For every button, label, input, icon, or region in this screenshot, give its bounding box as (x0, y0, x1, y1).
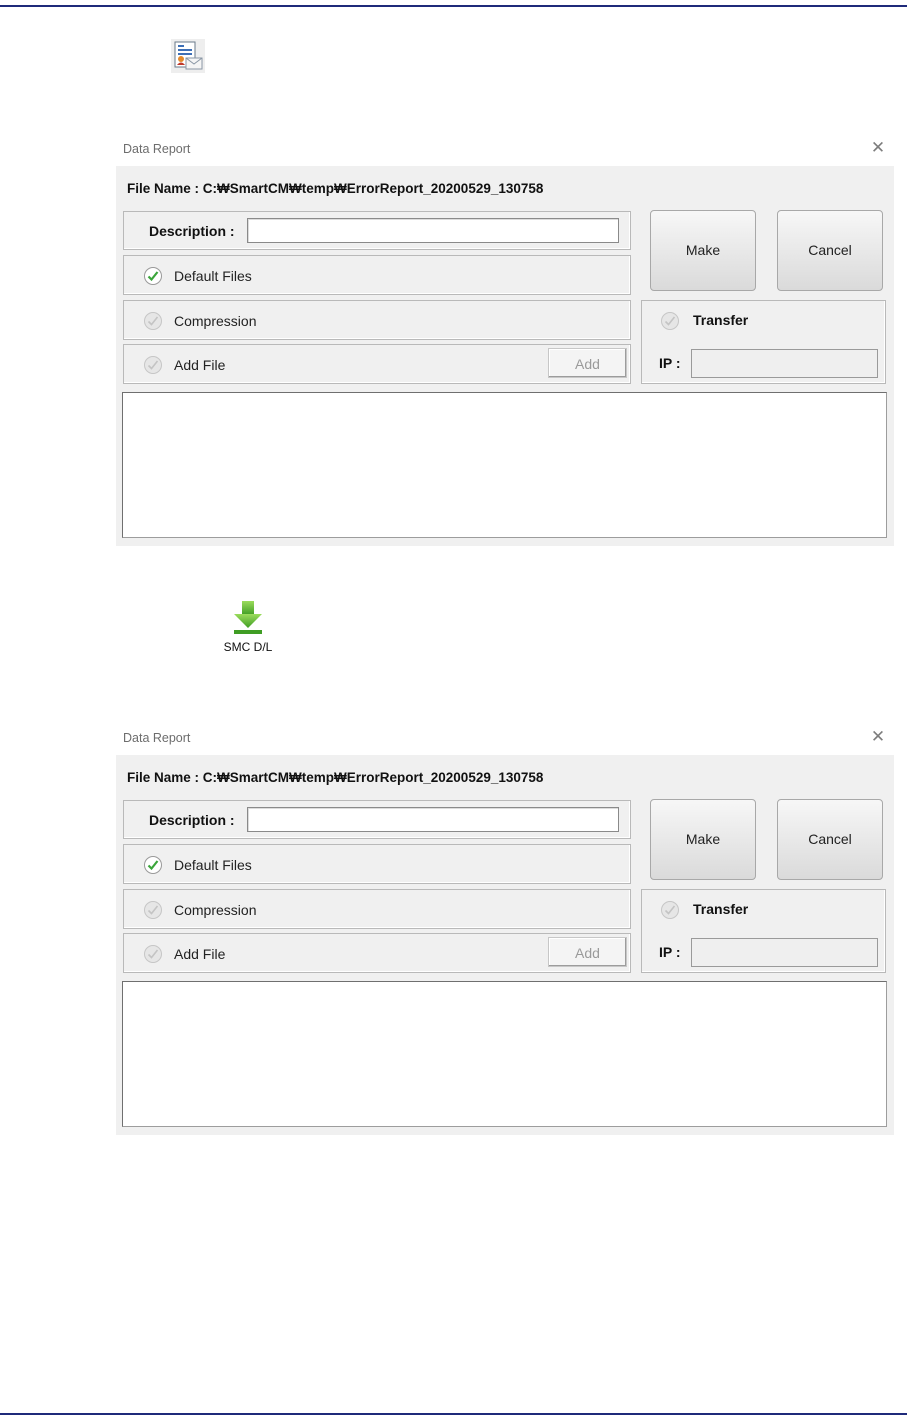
add-button[interactable]: Add (548, 937, 627, 967)
make-button[interactable]: Make (650, 799, 756, 880)
ip-label: IP : (659, 944, 681, 960)
add-file-panel: Add File Add (123, 344, 631, 384)
file-name-label: File Name : C:₩SmartCM₩temp₩ErrorReport_… (127, 181, 544, 196)
compression-label: Compression (174, 902, 257, 918)
smc-download-label: SMC D/L (223, 640, 273, 654)
description-label: Description : (149, 223, 235, 239)
description-input[interactable] (247, 218, 619, 243)
compression-checkbox[interactable] (144, 312, 162, 330)
default-files-panel: Default Files (123, 255, 631, 295)
transfer-label: Transfer (693, 312, 749, 328)
add-file-label: Add File (174, 357, 226, 373)
make-button[interactable]: Make (650, 210, 756, 291)
default-files-panel: Default Files (123, 844, 631, 884)
file-name-label: File Name : C:₩SmartCM₩temp₩ErrorReport_… (127, 770, 544, 785)
log-output-area[interactable] (122, 392, 887, 538)
data-report-icon[interactable] (171, 39, 205, 73)
close-icon[interactable]: ✕ (870, 140, 886, 157)
cancel-button[interactable]: Cancel (777, 799, 883, 880)
transfer-label: Transfer (693, 901, 749, 917)
dialog-title: Data Report (123, 731, 191, 745)
add-file-panel: Add File Add (123, 933, 631, 973)
compression-panel: Compression (123, 889, 631, 929)
default-files-checkbox[interactable] (144, 856, 162, 874)
transfer-panel: Transfer IP : (641, 300, 886, 384)
check-icon (147, 949, 159, 959)
log-output-area[interactable] (122, 981, 887, 1127)
bottom-rule (0, 1413, 907, 1415)
top-rule (0, 5, 907, 7)
description-panel: Description : (123, 211, 631, 250)
add-file-checkbox[interactable] (144, 945, 162, 963)
close-icon[interactable]: ✕ (870, 729, 886, 746)
smc-download-button[interactable]: SMC D/L (219, 600, 277, 658)
dialog-body: File Name : C:₩SmartCM₩temp₩ErrorReport_… (116, 755, 894, 1135)
cancel-button[interactable]: Cancel (777, 210, 883, 291)
check-icon (664, 316, 676, 326)
compression-label: Compression (174, 313, 257, 329)
description-input[interactable] (247, 807, 619, 832)
description-label: Description : (149, 812, 235, 828)
compression-panel: Compression (123, 300, 631, 340)
default-files-checkbox[interactable] (144, 267, 162, 285)
check-icon (147, 905, 159, 915)
data-report-dialog: Data Report ✕ File Name : C:₩SmartCM₩tem… (116, 136, 894, 546)
dialog-body: File Name : C:₩SmartCM₩temp₩ErrorReport_… (116, 166, 894, 546)
default-files-label: Default Files (174, 857, 252, 873)
compression-checkbox[interactable] (144, 901, 162, 919)
data-report-dialog: Data Report ✕ File Name : C:₩SmartCM₩tem… (116, 725, 894, 1135)
default-files-label: Default Files (174, 268, 252, 284)
ip-label: IP : (659, 355, 681, 371)
add-file-checkbox[interactable] (144, 356, 162, 374)
ip-input[interactable] (691, 938, 878, 967)
download-arrow-icon (234, 601, 262, 634)
transfer-checkbox[interactable] (661, 312, 679, 330)
transfer-checkbox[interactable] (661, 901, 679, 919)
ip-input[interactable] (691, 349, 878, 378)
check-icon (147, 271, 159, 282)
check-icon (147, 860, 159, 871)
check-icon (147, 316, 159, 326)
check-icon (147, 360, 159, 370)
dialog-title: Data Report (123, 142, 191, 156)
check-icon (664, 905, 676, 915)
dialog-titlebar[interactable]: Data Report ✕ (116, 725, 894, 755)
add-button[interactable]: Add (548, 348, 627, 378)
description-panel: Description : (123, 800, 631, 839)
dialog-titlebar[interactable]: Data Report ✕ (116, 136, 894, 166)
add-file-label: Add File (174, 946, 226, 962)
transfer-panel: Transfer IP : (641, 889, 886, 973)
